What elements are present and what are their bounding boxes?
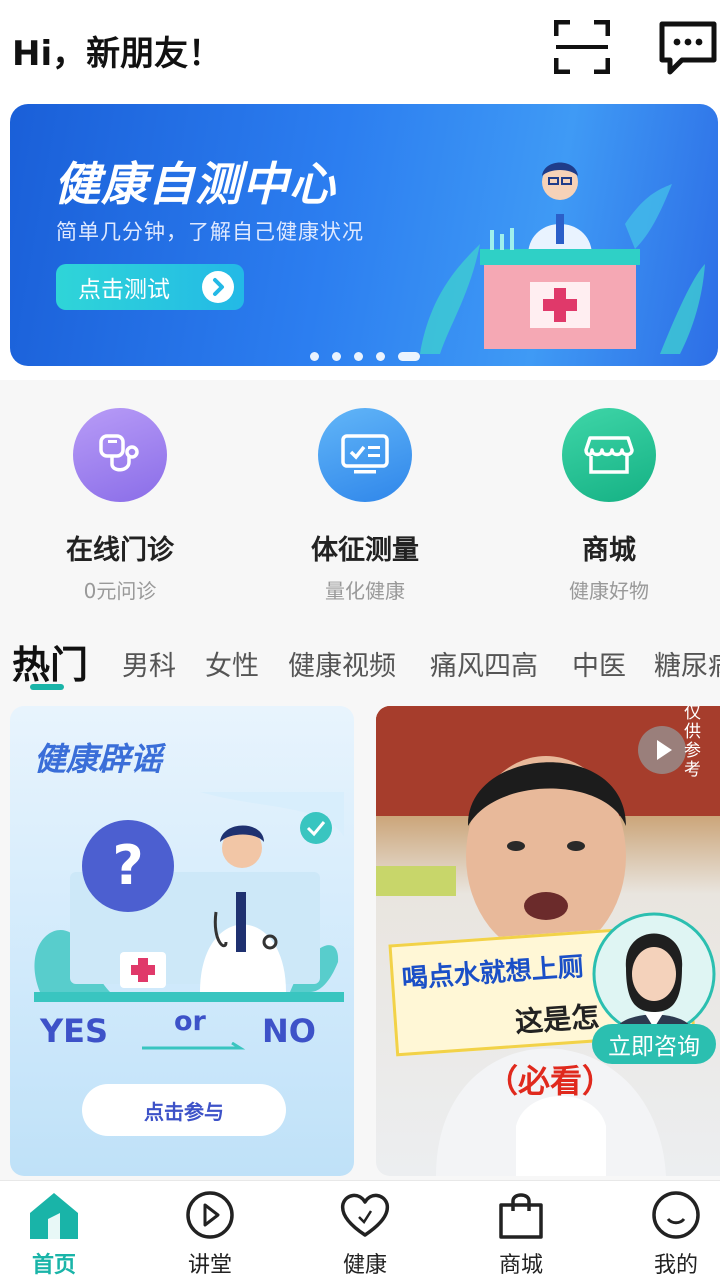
carousel-dot (310, 352, 319, 361)
heart-icon (340, 1193, 390, 1237)
doctor-illustration (420, 162, 705, 354)
join-button[interactable]: 点击参与 (82, 1084, 286, 1136)
carousel-dot (376, 352, 385, 361)
disclaimer-text: 仅供参考 (684, 706, 701, 780)
banner-section: 健康自测中心 简单几分钟，了解自己健康状况 点击测试 (0, 96, 720, 380)
tab-men[interactable]: 男科 (122, 644, 176, 683)
quick-entry-grid: 在线门诊 0元问诊 体征测量 量化健康 商城 健康好物 (0, 384, 720, 604)
tab-tcm[interactable]: 中医 (572, 644, 626, 683)
profile-icon (652, 1191, 700, 1239)
no-label: NO (262, 1012, 316, 1050)
card-title: 健康辟谣 (34, 740, 163, 778)
shortcut-title: 体征测量 (311, 535, 419, 566)
bottom-navigation: 首页 讲堂 健康 商城 我的 (0, 1180, 720, 1280)
greeting-text: Hi，新朋友！ (12, 34, 223, 74)
nav-label: 健康 (342, 1253, 387, 1278)
shortcut-title: 商城 (582, 535, 636, 566)
nav-label: 我的 (653, 1253, 698, 1278)
play-icon[interactable] (638, 726, 686, 774)
monitor-icon (318, 408, 412, 502)
doctor-question-illustration: ? (34, 792, 344, 1002)
shopping-bag-icon (499, 1193, 543, 1239)
home-screen: Hi，新朋友！ 健康自测中心 简单几分钟，了解自己健康状况 点击测试 在线门诊 … (0, 0, 720, 1280)
message-button[interactable] (658, 20, 718, 76)
shortcut-subtitle: 量化健康 (325, 579, 405, 603)
or-label: or (174, 1006, 206, 1037)
tab-hot[interactable]: 热门 (12, 634, 88, 689)
shortcut-online-clinic[interactable]: 在线门诊 0元问诊 (30, 408, 210, 604)
nav-home[interactable]: 首页 (0, 1189, 114, 1279)
scan-button[interactable] (553, 19, 611, 75)
myth-busting-card[interactable]: 健康辟谣 ? YES or NO 点击参与 (10, 706, 354, 1176)
arrow-divider (142, 1042, 246, 1050)
message-icon (659, 21, 717, 75)
shortcut-vital-signs[interactable]: 体征测量 量化健康 (275, 408, 455, 604)
tab-women[interactable]: 女性 (205, 644, 259, 683)
must-watch-tag: （必看） (486, 1062, 615, 1100)
nav-label: 讲堂 (187, 1253, 232, 1278)
play-circle-icon (186, 1191, 234, 1239)
banner-title: 健康自测中心 (54, 157, 336, 211)
svg-text:?: ? (112, 834, 143, 897)
tab-diabetes[interactable]: 糖尿病 (654, 644, 720, 683)
shortcut-subtitle: 0元问诊 (83, 579, 157, 603)
nav-lecture[interactable]: 讲堂 (150, 1189, 270, 1279)
banner-carousel[interactable]: 健康自测中心 简单几分钟，了解自己健康状况 点击测试 (10, 104, 718, 366)
top-bar: Hi，新朋友！ (0, 0, 720, 96)
home-icon (30, 1193, 78, 1239)
carousel-dot-active (398, 352, 420, 361)
banner-test-button[interactable]: 点击测试 (56, 264, 244, 310)
category-tabs: 热门 男科 女性 健康视频 痛风四高 中医 糖尿病 (0, 628, 720, 700)
consult-now-button[interactable]: 立即咨询 (592, 1024, 716, 1064)
active-tab-indicator (30, 684, 64, 690)
shortcut-store[interactable]: 商城 健康好物 (519, 408, 699, 604)
nav-label: 商城 (498, 1253, 543, 1278)
shortcut-subtitle: 健康好物 (569, 579, 649, 603)
caption-line-1: 喝点水就想上厕 (400, 952, 585, 995)
carousel-indicator (310, 352, 420, 361)
yes-label: YES (40, 1012, 109, 1050)
banner-test-label: 点击测试 (78, 277, 170, 303)
nav-health[interactable]: 健康 (305, 1189, 425, 1279)
banner-subtitle: 简单几分钟，了解自己健康状况 (56, 220, 364, 244)
store-icon (562, 408, 656, 502)
yes-or-no: YES or NO (40, 1006, 330, 1062)
tab-gout[interactable]: 痛风四高 (430, 644, 538, 683)
carousel-dot (332, 352, 341, 361)
video-card[interactable]: 仅供参考 喝点水就想上厕 这是怎 （必看） 立即咨询 (376, 706, 720, 1176)
nav-store[interactable]: 商城 (461, 1189, 581, 1279)
stethoscope-icon (73, 408, 167, 502)
nav-label: 首页 (31, 1253, 76, 1278)
chevron-right-icon (202, 271, 234, 303)
tab-health-video[interactable]: 健康视频 (288, 644, 396, 683)
carousel-dot (354, 352, 363, 361)
scan-icon (553, 19, 611, 75)
shortcut-title: 在线门诊 (66, 535, 174, 566)
nav-profile[interactable]: 我的 (616, 1189, 720, 1279)
